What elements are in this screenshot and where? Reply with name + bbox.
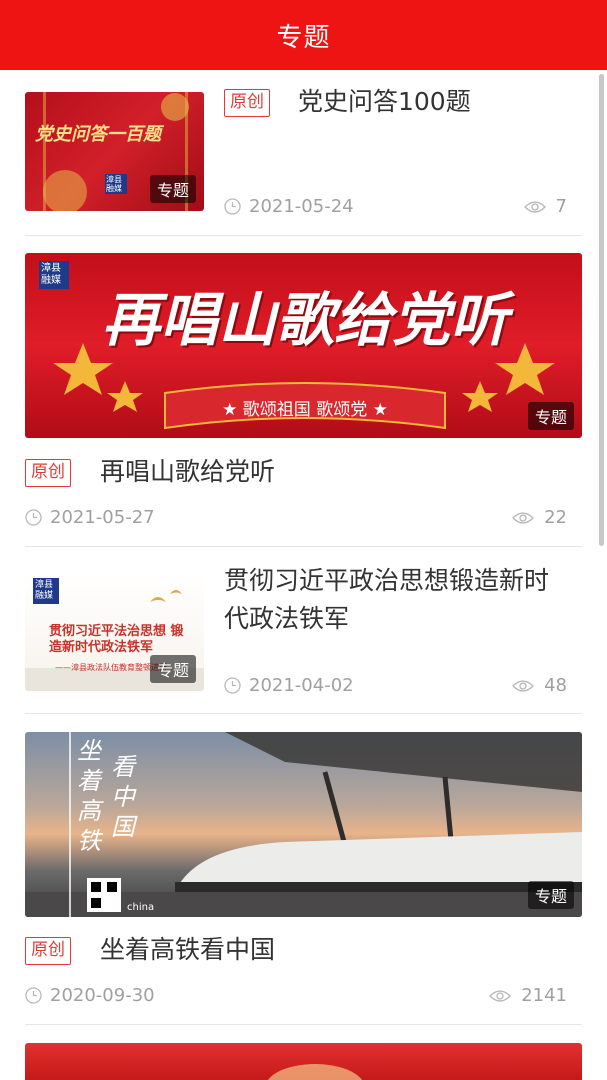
topic-tag: 专题: [149, 175, 196, 203]
views-text: 22: [544, 507, 567, 528]
item-date: 2021-04-02: [224, 675, 354, 696]
page-title: 专题: [276, 22, 331, 53]
views-text: 7: [555, 196, 567, 217]
eye-icon: [512, 511, 535, 524]
logo: 漳县融媒: [105, 174, 127, 194]
thumbnail-caption: 贯彻习近平法治思想 锻造新时代政法铁军: [49, 624, 184, 655]
banner-caption-right: 看中国: [111, 753, 135, 841]
banner-image[interactable]: [25, 1043, 582, 1080]
date-text: 2021-05-27: [50, 507, 155, 528]
views-text: 2141: [521, 985, 567, 1006]
eye-icon: [523, 200, 546, 213]
original-badge: 原创: [25, 937, 71, 965]
item-title[interactable]: 再唱山歌给党听: [100, 453, 275, 491]
thumbnail-caption: 党史问答一百题: [35, 124, 161, 145]
view-count: 7: [523, 196, 567, 217]
item-date: 2021-05-24: [224, 196, 354, 217]
banner-caption-left: 坐着高铁: [77, 737, 101, 855]
views-text: 48: [544, 675, 567, 696]
date-text: 2021-05-24: [249, 196, 354, 217]
item-date: 2020-09-30: [25, 985, 155, 1006]
banner-caption: 再唱山歌给党听: [101, 286, 508, 354]
item-date: 2021-05-27: [25, 507, 155, 528]
app-header: 专题: [0, 0, 607, 70]
divider: [25, 235, 582, 236]
item-title[interactable]: 坐着高铁看中国: [100, 931, 275, 969]
item-title[interactable]: 贯彻习近平政治思想锻造新时代政法铁军: [224, 562, 569, 638]
banner-small-text: china: [127, 902, 155, 913]
clock-icon: [25, 509, 42, 526]
divider: [25, 546, 582, 547]
topic-tag: 专题: [527, 402, 574, 430]
divider: [25, 713, 582, 714]
thumbnail-image: 党史问答一百题 漳县融媒 专题: [25, 92, 204, 211]
date-text: 2020-09-30: [50, 985, 155, 1006]
view-count: 48: [512, 675, 567, 696]
view-count: 22: [512, 507, 567, 528]
clock-icon: [224, 198, 241, 215]
banner-image: 坐着高铁 看中国 china 专题: [25, 732, 582, 917]
eye-icon: [489, 989, 512, 1002]
view-count: 2141: [489, 985, 567, 1006]
original-badge: 原创: [224, 89, 270, 117]
date-text: 2021-04-02: [249, 675, 354, 696]
original-badge: 原创: [25, 459, 71, 487]
topic-tag: 专题: [527, 881, 574, 909]
banner-ribbon-text: ★ 歌颂祖国 歌颂党 ★: [222, 400, 388, 420]
divider: [25, 1024, 582, 1025]
thumbnail-image: 漳县融媒 贯彻习近平法治思想 锻造新时代政法铁军 ——漳县政法队伍教育整顿进行 …: [25, 572, 204, 691]
scrollbar[interactable]: [599, 74, 604, 546]
topic-tag: 专题: [149, 655, 196, 683]
clock-icon: [224, 677, 241, 694]
banner-image: 漳县融媒 再唱山歌给党听 ★ 歌颂祖国 歌颂党 ★ 专题: [25, 253, 582, 438]
eye-icon: [512, 679, 535, 692]
clock-icon: [25, 987, 42, 1004]
item-title[interactable]: 党史问答100题: [298, 83, 471, 121]
